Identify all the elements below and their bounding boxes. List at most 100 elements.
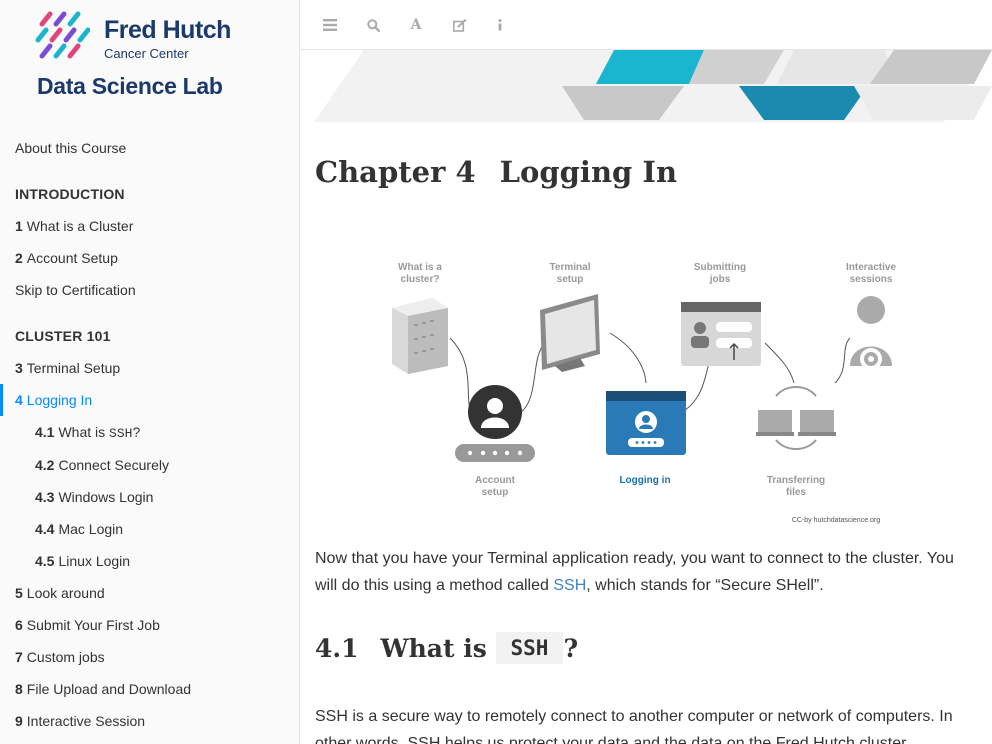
sidebar-item-text: What is — [58, 424, 110, 440]
sidebar-item-number: 3 — [15, 360, 23, 376]
sidebar-item-label[interactable]: Terminal Setup — [27, 360, 120, 376]
chapter-title: Chapter 4 Logging In — [315, 155, 677, 189]
sidebar-item-number: 4.4 — [35, 521, 55, 537]
account-avatar-icon — [455, 385, 535, 462]
sidebar-item-label[interactable]: Custom jobs — [27, 649, 105, 665]
figure-label-what-is-cluster-2: cluster? — [401, 274, 440, 285]
sidebar-item-about[interactable]: About this Course — [0, 140, 299, 156]
course-roadmap-figure: What is a cluster? Terminal setup Submit… — [392, 262, 896, 524]
intro-paragraph: Now that you have your Terminal applicat… — [315, 545, 980, 599]
decorative-banner — [314, 50, 992, 122]
sidebar-item-submit-your-first-job[interactable]: 6 Submit Your First Job — [0, 617, 299, 633]
sidebar-item-label[interactable]: Windows Login — [58, 489, 153, 505]
info-button[interactable] — [489, 15, 511, 35]
sidebar-subitem-windows-login[interactable]: 4.3 Windows Login — [0, 489, 299, 505]
login-window-icon — [606, 391, 686, 455]
sidebar-item-label[interactable]: Linux Login — [58, 553, 130, 569]
fred-hutch-logo[interactable]: Fred Hutch Cancer Center Data Science La… — [34, 10, 244, 105]
sidebar-item-label[interactable]: Connect Securely — [58, 457, 169, 473]
sidebar-item-number: 9 — [15, 713, 23, 729]
sidebar-item-logging-in[interactable]: 4 Logging In — [0, 384, 299, 416]
sidebar-item-terminal-setup[interactable]: 3 Terminal Setup — [0, 360, 299, 376]
sidebar-item-code: SSH — [109, 426, 133, 441]
sidebar-header-cluster-101: CLUSTER 101 — [15, 328, 111, 344]
sidebar-item-label[interactable]: About this Course — [15, 140, 126, 156]
sidebar-item-number: 6 — [15, 617, 23, 633]
sidebar-subitem-linux-login[interactable]: 4.5 Linux Login — [0, 553, 299, 569]
intro-text-b: , which stands for “Secure SHell”. — [586, 577, 824, 594]
font-settings-button[interactable]: A — [405, 15, 427, 35]
section-suffix: ? — [563, 634, 579, 663]
figure-label-transferring-files-1: Transferring — [767, 475, 825, 486]
sidebar-item-label[interactable]: Account Setup — [27, 250, 118, 266]
search-button[interactable] — [362, 15, 384, 35]
sidebar-item-label[interactable]: Interactive Session — [27, 713, 145, 729]
transfer-files-icon — [756, 386, 836, 450]
toggle-sidebar-button[interactable] — [319, 15, 341, 35]
logo-org-subtitle: Cancer Center — [104, 46, 189, 61]
font-settings-icon: A — [410, 17, 422, 33]
logo-org-name: Fred Hutch — [104, 16, 231, 44]
sidebar-item-label[interactable]: Look around — [27, 585, 105, 601]
sidebar-item-suffix: ? — [132, 424, 141, 440]
sidebar-item-account-setup[interactable]: 2 Account Setup — [0, 250, 299, 266]
sidebar-item-number: 4.1 — [35, 424, 55, 440]
sidebar-item-look-around[interactable]: 5 Look around — [0, 585, 299, 601]
sidebar-item-interactive-session[interactable]: 9 Interactive Session — [0, 713, 299, 729]
sidebar-item-label[interactable]: Mac Login — [58, 521, 123, 537]
figure-label-what-is-cluster-1: What is a — [398, 262, 442, 273]
sidebar-item-number: 4.2 — [35, 457, 55, 473]
chapter-number: Chapter 4 — [315, 155, 476, 189]
toggle-sidebar-icon — [323, 19, 337, 31]
sidebar-item-number: 4.3 — [35, 489, 55, 505]
sidebar-subitem-mac-login[interactable]: 4.4 Mac Login — [0, 521, 299, 537]
sidebar-item-file-upload-download[interactable]: 8 File Upload and Download — [0, 681, 299, 697]
sidebar-subitem-connect-securely[interactable]: 4.2 Connect Securely — [0, 457, 299, 473]
figure-label-interactive-sessions-2: sessions — [850, 274, 893, 285]
figure-credit: CC-by hutchdatascience.org — [792, 517, 880, 524]
figure-label-submitting-jobs-2: jobs — [709, 274, 731, 285]
sidebar-item-label[interactable]: Logging In — [27, 392, 92, 408]
ssh-link[interactable]: SSH — [553, 577, 586, 594]
sidebar-item-what-is-a-cluster[interactable]: 1 What is a Cluster — [0, 218, 299, 234]
logo-mark-icon — [35, 11, 90, 59]
server-icon — [392, 298, 448, 374]
figure-label-terminal-setup-1: Terminal — [550, 262, 591, 273]
info-icon — [498, 19, 502, 31]
edit-button[interactable] — [449, 15, 471, 35]
sidebar-item-label[interactable]: Skip to Certification — [15, 282, 136, 298]
sidebar-item-label[interactable]: File Upload and Download — [27, 681, 191, 697]
sidebar-item-skip-to-certification[interactable]: Skip to Certification — [0, 282, 299, 298]
sidebar-item-number: 7 — [15, 649, 23, 665]
sidebar-subitem-what-is-ssh[interactable]: 4.1 What is SSH? — [0, 424, 299, 441]
figure-label-logging-in: Logging in — [619, 475, 670, 486]
figure-label-transferring-files-2: files — [786, 487, 806, 498]
sidebar-item-label[interactable]: What is a Cluster — [27, 218, 134, 234]
sidebar-item-label[interactable]: What is SSH? — [58, 424, 141, 441]
section-code: SSH — [495, 632, 564, 664]
person-gear-icon — [850, 296, 892, 370]
sidebar-item-label[interactable]: Submit Your First Job — [27, 617, 160, 633]
monitor-icon — [540, 294, 600, 372]
sidebar-item-number: 8 — [15, 681, 23, 697]
chapter-name: Logging In — [499, 155, 678, 189]
figure-label-submitting-jobs-1: Submitting — [694, 262, 746, 273]
edit-icon — [453, 18, 467, 32]
sidebar: Fred Hutch Cancer Center Data Science La… — [0, 0, 300, 744]
section-number: 4.1 — [315, 634, 359, 663]
figure-label-account-setup-1: Account — [475, 475, 516, 486]
logo-lab-name: Data Science Lab — [37, 73, 223, 99]
sidebar-item-number: 4.5 — [35, 553, 55, 569]
figure-label-terminal-setup-2: setup — [557, 274, 584, 285]
ssh-paragraph: SSH is a secure way to remotely connect … — [315, 708, 953, 744]
figure-label-interactive-sessions-1: Interactive — [846, 262, 896, 273]
sidebar-item-number: 5 — [15, 585, 23, 601]
book-toolbar: A — [300, 0, 992, 50]
sidebar-item-custom-jobs[interactable]: 7 Custom jobs — [0, 649, 299, 665]
sidebar-item-number: 1 — [15, 218, 23, 234]
job-window-icon — [681, 302, 761, 366]
search-icon — [366, 18, 380, 32]
sidebar-item-number: 2 — [15, 250, 23, 266]
sidebar-header-introduction: INTRODUCTION — [15, 186, 125, 202]
figure-label-account-setup-2: setup — [482, 487, 509, 498]
